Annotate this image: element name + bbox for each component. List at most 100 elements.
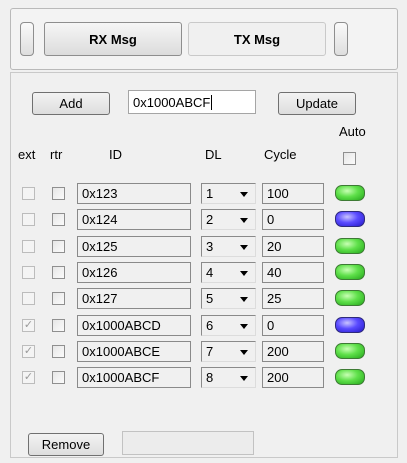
chevron-down-icon	[240, 218, 248, 223]
cycle-field[interactable]: 25	[262, 288, 324, 309]
dl-dropdown[interactable]: 5	[201, 288, 256, 309]
cycle-field-value: 0	[267, 318, 275, 333]
header-cycle: Cycle	[264, 147, 297, 162]
cycle-field[interactable]: 40	[262, 262, 324, 283]
id-field-value: 0x123	[82, 186, 118, 201]
dl-dropdown[interactable]: 7	[201, 341, 256, 362]
rtr-checkbox[interactable]	[52, 213, 65, 226]
header-rtr: rtr	[50, 147, 63, 162]
text-caret	[211, 94, 213, 110]
cycle-field[interactable]: 200	[262, 367, 324, 388]
rtr-checkbox[interactable]	[52, 266, 65, 279]
id-field-value: 0x124	[82, 212, 118, 227]
cycle-field[interactable]: 20	[262, 236, 324, 257]
chevron-down-icon	[240, 245, 248, 250]
ext-checkbox[interactable]	[22, 213, 35, 226]
check-icon: ✓	[23, 345, 34, 357]
id-input[interactable]: 0x1000ABCF	[128, 90, 256, 114]
tab-scroll-right-button[interactable]	[334, 22, 348, 56]
dl-dropdown[interactable]: 6	[201, 315, 256, 336]
status-field	[122, 431, 254, 455]
remove-button-label: Remove	[41, 437, 91, 452]
update-button-label: Update	[296, 96, 338, 111]
check-icon: ✓	[23, 319, 34, 331]
tab-tx-msg-label: TX Msg	[233, 31, 281, 47]
id-field[interactable]: 0x125	[77, 236, 191, 257]
rtr-checkbox[interactable]	[52, 187, 65, 200]
send-button-blue-led[interactable]	[335, 317, 365, 333]
cycle-field[interactable]: 0	[262, 315, 324, 336]
rtr-checkbox[interactable]	[52, 319, 65, 332]
header-auto: Auto	[339, 124, 366, 139]
dl-dropdown[interactable]: 4	[201, 262, 256, 283]
id-input-value: 0x1000ABCF	[133, 94, 211, 110]
send-button-green-led[interactable]	[335, 185, 365, 201]
send-button-green-led[interactable]	[335, 290, 365, 306]
cycle-field-value: 20	[267, 239, 282, 254]
rtr-checkbox[interactable]	[52, 292, 65, 305]
id-field-value: 0x127	[82, 291, 118, 306]
chevron-down-icon	[240, 297, 248, 302]
dl-value: 1	[206, 186, 214, 201]
ext-checkbox[interactable]: ✓	[22, 371, 35, 384]
chevron-down-icon	[240, 376, 248, 381]
remove-button[interactable]: Remove	[28, 433, 104, 456]
chevron-down-icon	[240, 192, 248, 197]
id-field[interactable]: 0x123	[77, 183, 191, 204]
dl-value: 6	[206, 318, 214, 333]
tab-scroll-left-button[interactable]	[20, 22, 34, 56]
id-field-value: 0x1000ABCF	[82, 370, 160, 385]
add-button[interactable]: Add	[32, 92, 110, 115]
cycle-field-value: 0	[267, 212, 275, 227]
id-field[interactable]: 0x124	[77, 209, 191, 230]
cycle-field-value: 100	[267, 186, 289, 201]
cycle-field[interactable]: 200	[262, 341, 324, 362]
send-button-green-led[interactable]	[335, 238, 365, 254]
auto-all-checkbox[interactable]	[343, 152, 356, 165]
tab-rx-msg[interactable]: RX Msg	[44, 22, 182, 56]
rtr-checkbox[interactable]	[52, 345, 65, 358]
cycle-field[interactable]: 100	[262, 183, 324, 204]
ext-checkbox[interactable]: ✓	[22, 345, 35, 358]
dl-value: 4	[206, 265, 214, 280]
rtr-checkbox[interactable]	[52, 371, 65, 384]
ext-checkbox[interactable]	[22, 292, 35, 305]
ext-checkbox[interactable]	[22, 266, 35, 279]
send-button-blue-led[interactable]	[335, 211, 365, 227]
header-ext: ext	[18, 147, 36, 162]
chevron-down-icon	[240, 271, 248, 276]
id-field-value: 0x1000ABCE	[82, 344, 161, 359]
id-field-value: 0x126	[82, 265, 118, 280]
dl-dropdown[interactable]: 8	[201, 367, 256, 388]
ext-checkbox[interactable]	[22, 187, 35, 200]
rtr-checkbox[interactable]	[52, 240, 65, 253]
dl-value: 7	[206, 344, 214, 359]
ext-checkbox[interactable]: ✓	[22, 319, 35, 332]
id-field[interactable]: 0x126	[77, 262, 191, 283]
header-id: ID	[109, 147, 122, 162]
send-button-green-led[interactable]	[335, 343, 365, 359]
check-icon: ✓	[23, 371, 34, 383]
ext-checkbox[interactable]	[22, 240, 35, 253]
dl-dropdown[interactable]: 1	[201, 183, 256, 204]
tab-tx-msg[interactable]: TX Msg	[188, 22, 326, 56]
id-field[interactable]: 0x1000ABCE	[77, 341, 191, 362]
chevron-down-icon	[240, 324, 248, 329]
update-button[interactable]: Update	[278, 92, 356, 115]
dl-value: 8	[206, 370, 214, 385]
dl-value: 5	[206, 291, 214, 306]
dl-dropdown[interactable]: 2	[201, 209, 256, 230]
send-button-green-led[interactable]	[335, 369, 365, 385]
add-button-label: Add	[59, 96, 83, 111]
send-button-green-led[interactable]	[335, 264, 365, 280]
cycle-field-value: 25	[267, 291, 282, 306]
id-field[interactable]: 0x1000ABCD	[77, 315, 191, 336]
cycle-field-value: 200	[267, 344, 289, 359]
id-field[interactable]: 0x1000ABCF	[77, 367, 191, 388]
dl-value: 2	[206, 212, 214, 227]
cycle-field[interactable]: 0	[262, 209, 324, 230]
id-field[interactable]: 0x127	[77, 288, 191, 309]
chevron-down-icon	[240, 350, 248, 355]
dl-dropdown[interactable]: 3	[201, 236, 256, 257]
tab-rx-msg-label: RX Msg	[89, 31, 137, 47]
